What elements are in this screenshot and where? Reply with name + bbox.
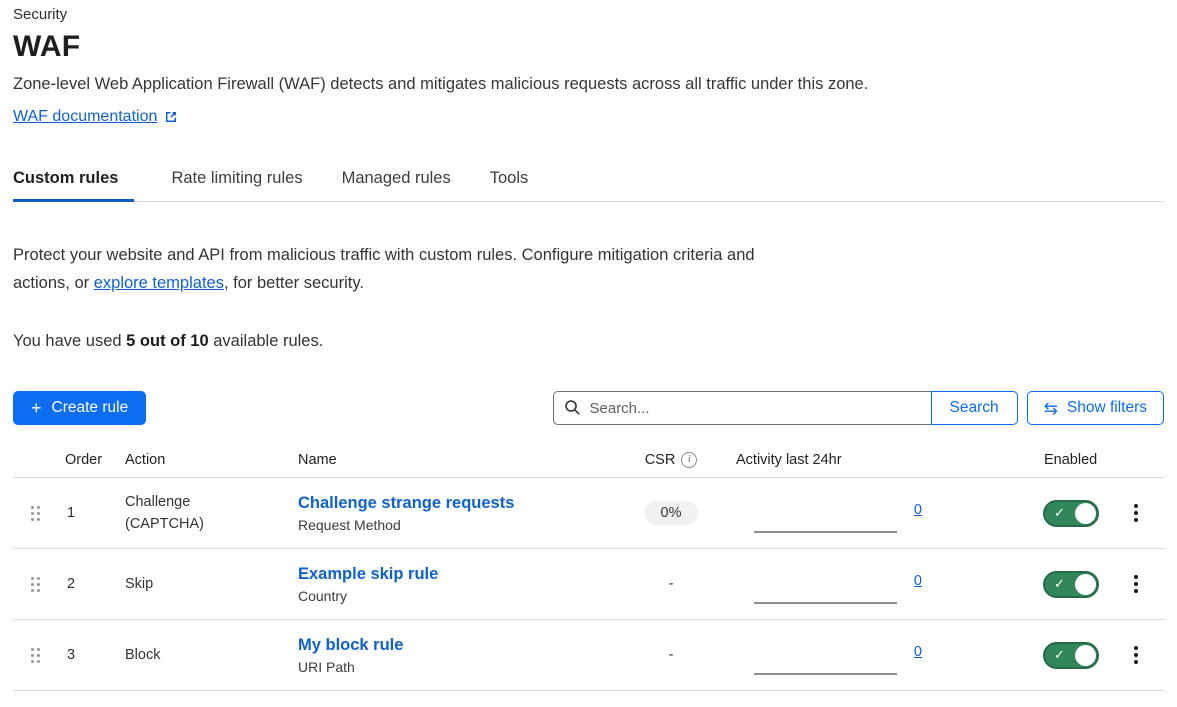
csr-value: - (669, 576, 674, 592)
enabled-cell: ✓ (936, 642, 1124, 669)
tab-managed-rules[interactable]: Managed rules (342, 163, 453, 201)
plus-icon: + (31, 399, 42, 417)
toggle-knob (1075, 645, 1096, 666)
enabled-cell: ✓ (936, 571, 1124, 598)
tab-tools[interactable]: Tools (490, 163, 531, 201)
csr-cell: - (621, 647, 721, 663)
search-button[interactable]: Search (931, 391, 1018, 425)
activity-cell: 0 (721, 620, 936, 690)
table-row: 2 Skip Example skip rule Country - 0 ✓ (13, 549, 1164, 620)
toggle-knob (1075, 503, 1096, 524)
activity-count-link[interactable]: 0 (914, 502, 922, 518)
check-icon: ✓ (1054, 647, 1065, 663)
external-link-icon (164, 110, 178, 124)
activity-count-link[interactable]: 0 (914, 644, 922, 660)
create-rule-button[interactable]: + Create rule (13, 391, 146, 425)
table-row: 3 Block My block rule URI Path - 0 ✓ (13, 620, 1164, 691)
csr-cell: - (621, 576, 721, 592)
rule-name-link[interactable]: Example skip rule (298, 565, 438, 584)
activity-sparkline (754, 602, 897, 604)
activity-count-link[interactable]: 0 (914, 573, 922, 589)
activity-sparkline (754, 673, 897, 675)
header-csr-label: CSR (645, 452, 676, 468)
toggle-knob (1075, 574, 1096, 595)
create-rule-label: Create rule (52, 399, 129, 417)
waf-page: Security WAF Zone-level Web Application … (0, 0, 1177, 707)
waf-documentation-link[interactable]: WAF documentation (13, 108, 157, 126)
doc-link-row: WAF documentation (13, 108, 178, 126)
kebab-cell (1124, 500, 1164, 526)
page-description: Zone-level Web Application Firewall (WAF… (13, 75, 1164, 94)
rule-name-link[interactable]: Challenge strange requests (298, 494, 514, 513)
tab-bar: Custom rules Rate limiting rules Managed… (13, 163, 1164, 202)
intro-text: Protect your website and API from malici… (13, 241, 761, 297)
table-header-row: Order Action Name CSR i Activity last 24… (13, 442, 1164, 478)
enabled-toggle[interactable]: ✓ (1043, 500, 1099, 527)
search-group: Search ⇆ Show filters (553, 391, 1165, 425)
drag-handle[interactable] (13, 647, 57, 664)
drag-handle[interactable] (13, 576, 57, 593)
header-activity: Activity last 24hr (721, 452, 936, 468)
rule-action: Block (115, 644, 286, 666)
rules-table: Order Action Name CSR i Activity last 24… (13, 442, 1164, 691)
header-name: Name (286, 452, 621, 468)
activity-cell: 0 (721, 478, 936, 548)
kebab-cell (1124, 642, 1164, 668)
enabled-cell: ✓ (936, 500, 1124, 527)
tab-rate-limiting-rules[interactable]: Rate limiting rules (171, 163, 304, 201)
kebab-menu-icon[interactable] (1130, 642, 1142, 668)
rule-order: 2 (57, 576, 115, 592)
rule-name-link[interactable]: My block rule (298, 636, 403, 655)
show-filters-button[interactable]: ⇆ Show filters (1027, 391, 1164, 425)
search-box (553, 391, 931, 425)
enabled-toggle[interactable]: ✓ (1043, 571, 1099, 598)
search-input[interactable] (553, 391, 931, 425)
header-csr: CSR i (621, 452, 721, 468)
rule-field: Country (298, 588, 621, 604)
header-enabled: Enabled (936, 452, 1124, 468)
show-filters-label: Show filters (1067, 399, 1147, 417)
rule-name-cell: My block rule URI Path (286, 636, 621, 675)
info-icon[interactable]: i (681, 452, 697, 468)
usage-count: 5 out of 10 (126, 332, 209, 350)
rule-order: 1 (57, 505, 115, 521)
enabled-toggle[interactable]: ✓ (1043, 642, 1099, 669)
table-row: 1 Challenge (CAPTCHA) Challenge strange … (13, 478, 1164, 549)
rule-name-cell: Challenge strange requests Request Metho… (286, 494, 621, 533)
csr-badge: 0% (644, 501, 699, 525)
usage-suffix: available rules. (209, 332, 324, 350)
toolbar: + Create rule Search ⇆ Show filters (13, 391, 1164, 425)
activity-cell: 0 (721, 549, 936, 619)
kebab-menu-icon[interactable] (1130, 571, 1142, 597)
kebab-cell (1124, 571, 1164, 597)
drag-handle[interactable] (13, 505, 57, 522)
activity-sparkline (754, 531, 897, 533)
usage-text: You have used 5 out of 10 available rule… (13, 332, 1164, 351)
rule-field: Request Method (298, 517, 621, 533)
csr-value: - (669, 647, 674, 663)
explore-templates-link[interactable]: explore templates (94, 274, 224, 292)
page-title: WAF (13, 30, 1164, 64)
header-action: Action (115, 452, 286, 468)
rule-order: 3 (57, 647, 115, 663)
tab-custom-rules[interactable]: Custom rules (13, 163, 134, 201)
check-icon: ✓ (1054, 505, 1065, 521)
intro-after: , for better security. (224, 274, 364, 292)
header-order: Order (57, 452, 115, 468)
swap-arrows-icon: ⇆ (1044, 400, 1058, 417)
csr-cell: 0% (621, 501, 721, 525)
rule-action: Skip (115, 573, 286, 595)
rule-name-cell: Example skip rule Country (286, 565, 621, 604)
rule-field: URI Path (298, 659, 621, 675)
breadcrumb: Security (13, 6, 1164, 23)
rule-action: Challenge (CAPTCHA) (115, 491, 286, 536)
kebab-menu-icon[interactable] (1130, 500, 1142, 526)
usage-prefix: You have used (13, 332, 126, 350)
check-icon: ✓ (1054, 576, 1065, 592)
